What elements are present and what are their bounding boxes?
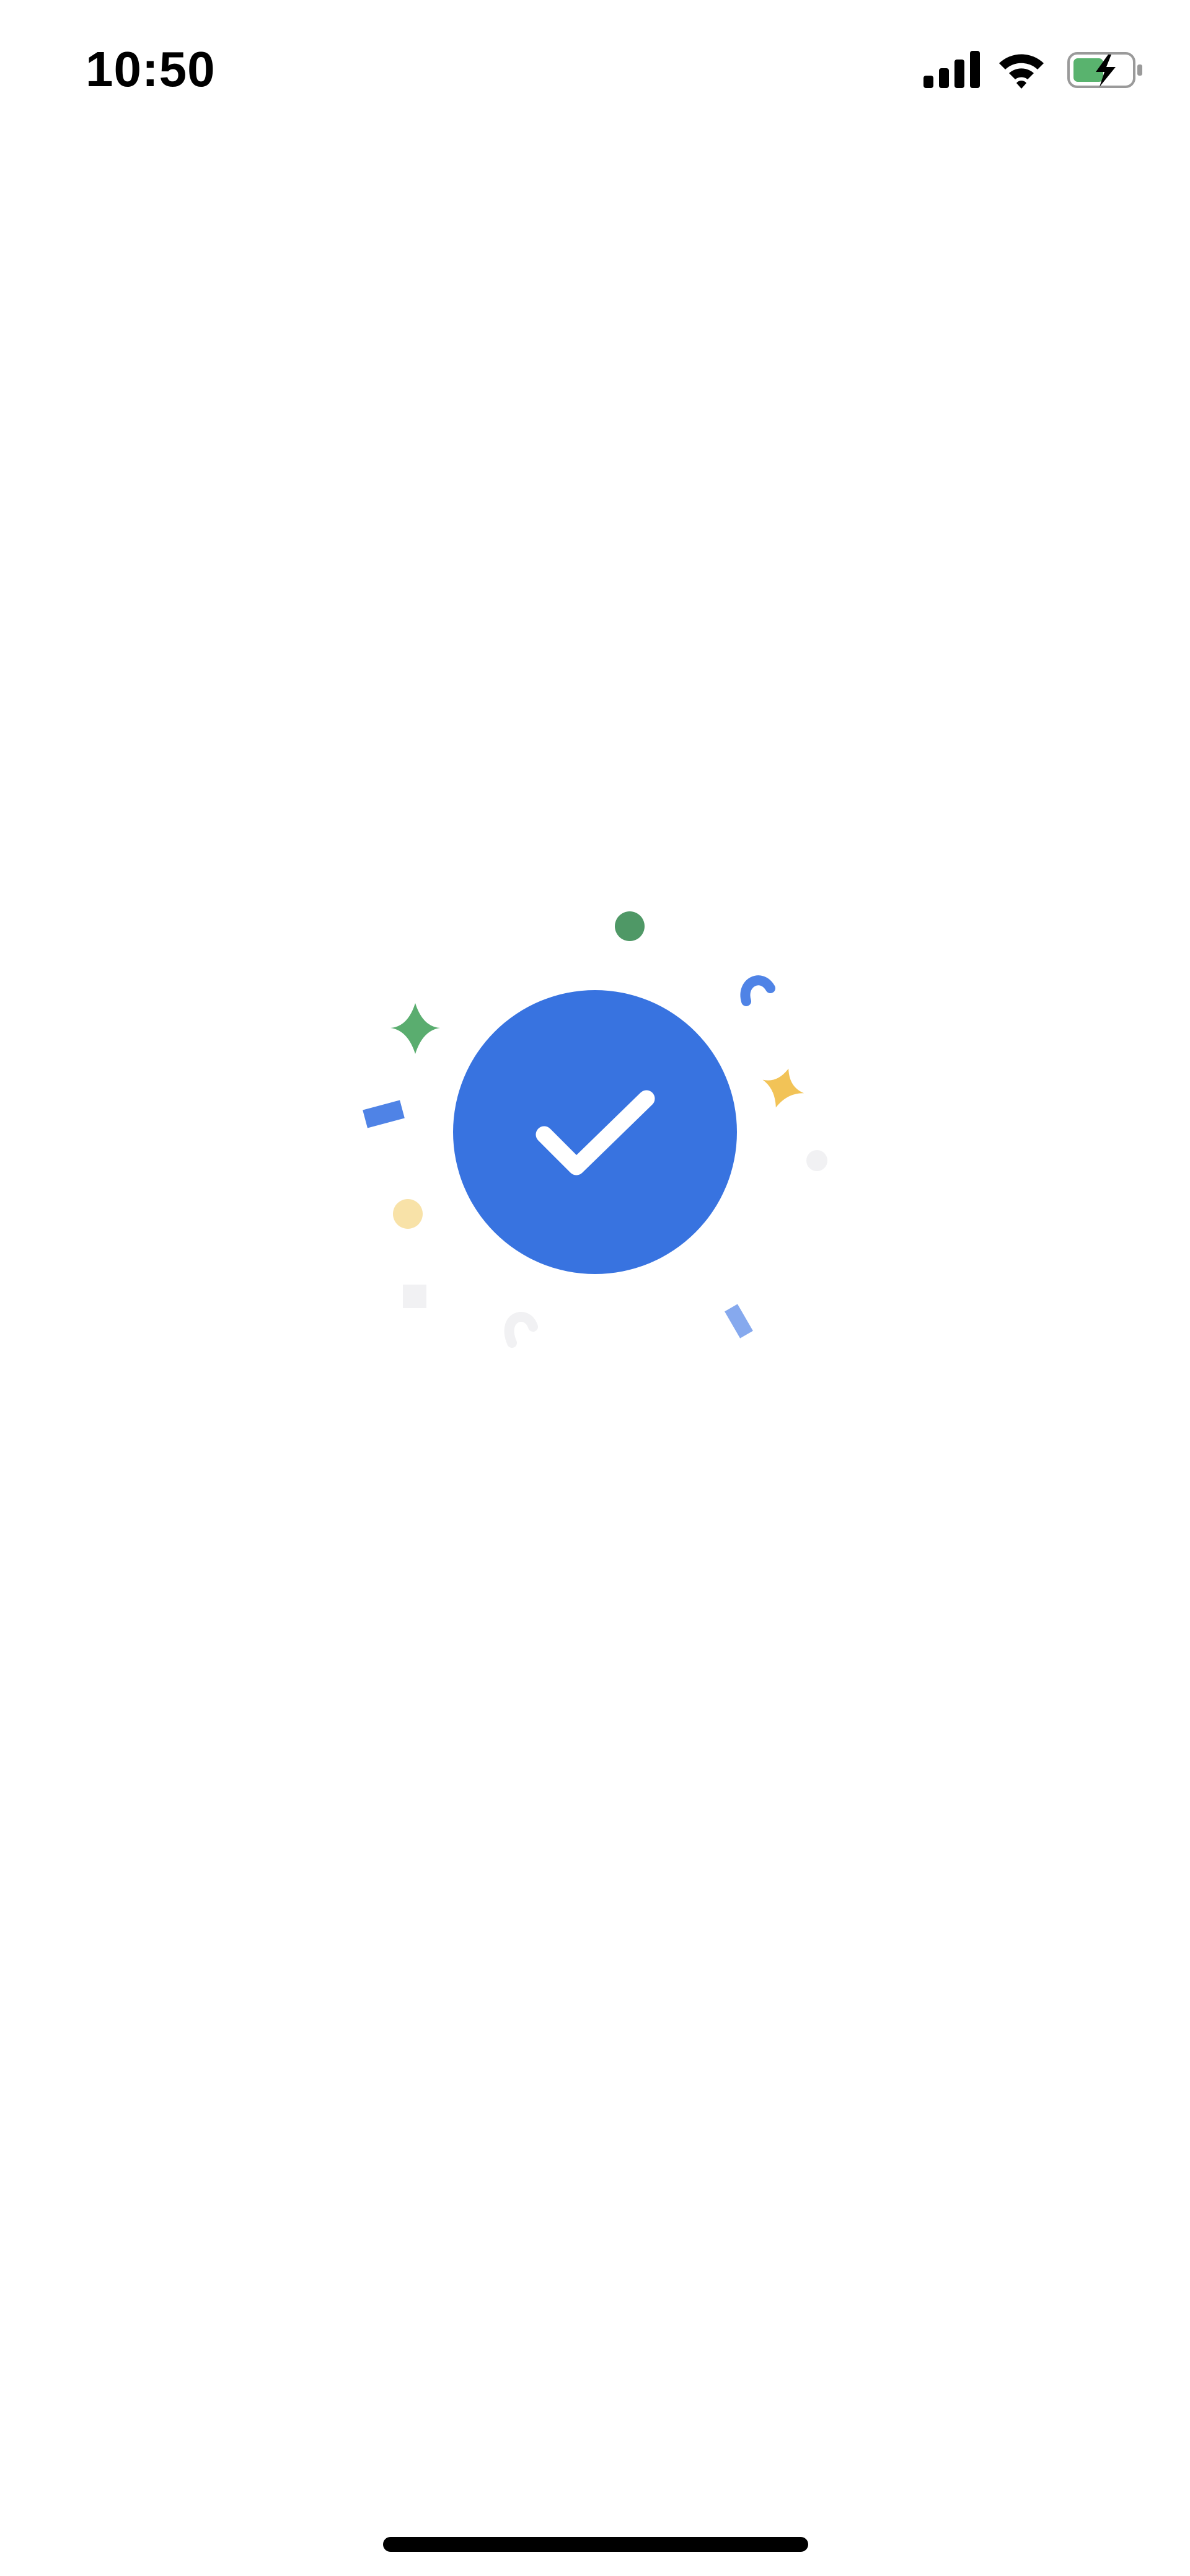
confirmation-circle <box>453 990 737 1274</box>
confetti-square-gray <box>403 1285 426 1308</box>
home-indicator <box>383 2537 808 2552</box>
confetti-sparkle-green <box>390 1003 440 1054</box>
success-illustration <box>363 911 827 1348</box>
confetti-hook-blue <box>740 975 775 1006</box>
confetti-strip-blue <box>363 1100 405 1128</box>
confetti-dot-yellow <box>393 1199 423 1229</box>
confetti-sparkle-yellow <box>762 1068 804 1108</box>
confetti-hook-gray <box>504 1312 538 1348</box>
confetti-dot-green <box>615 911 645 941</box>
confetti-strip-blue-light <box>725 1304 753 1339</box>
confetti-dot-gray <box>806 1150 827 1171</box>
